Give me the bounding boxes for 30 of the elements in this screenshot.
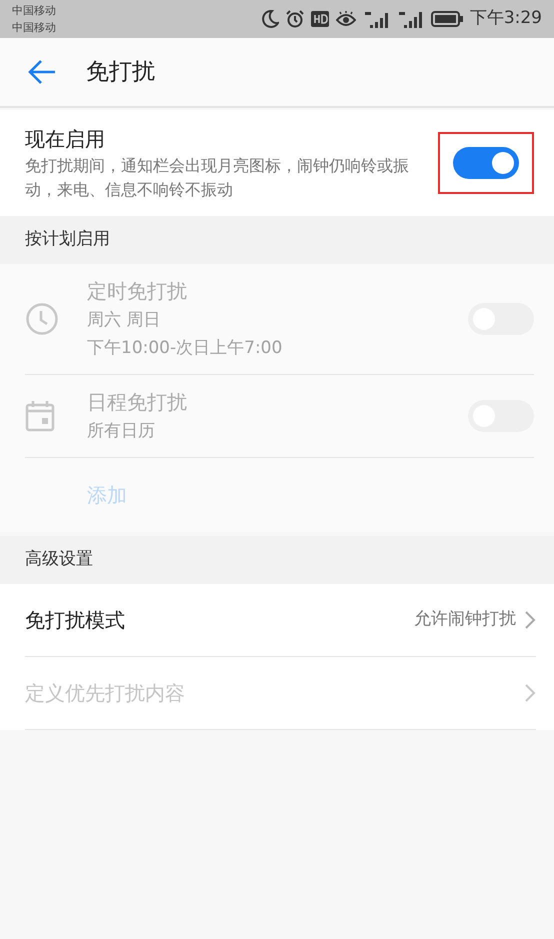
schedule-detail: 下午10:00-次日上午7:00 [87, 337, 284, 360]
row-title: 免打扰模式 [25, 607, 126, 634]
settings-row[interactable]: 免打扰模式 允许闹钟打扰 [25, 584, 536, 657]
chevron-right-icon [524, 683, 536, 703]
signal-icon [362, 10, 391, 28]
alarm-icon [286, 10, 304, 28]
clock-icon [25, 302, 59, 336]
schedule-detail: 周六 周日 [87, 309, 162, 332]
clock-time: 下午3:29 [470, 7, 542, 30]
schedule-title: 日程免打扰 [87, 389, 188, 416]
back-arrow-icon [27, 59, 57, 85]
schedule-title: 定时免打扰 [87, 278, 188, 305]
schedule-detail: 所有日历 [87, 420, 156, 443]
section-header: 按计划启用 [25, 228, 110, 252]
page-title: 免打扰 [86, 58, 155, 87]
chevron-right-icon [524, 610, 536, 630]
setting-description: 免打扰期间，通知栏会出现月亮图标，闹钟仍响铃或振动，来电、信息不响铃不振动 [25, 155, 410, 201]
setting-title: 现在启用 [25, 126, 106, 153]
row-title: 定义优先打扰内容 [25, 680, 186, 707]
section-header: 高级设置 [25, 548, 93, 572]
signal-icon [398, 10, 424, 28]
row-value: 允许闹钟打扰 [414, 608, 516, 632]
carrier-label: 中国移动 [12, 3, 56, 19]
carrier-label: 中国移动 [12, 20, 56, 36]
battery-icon [430, 11, 463, 27]
calendar-icon [25, 400, 55, 432]
eye-icon [336, 11, 356, 27]
hd-icon [310, 11, 329, 27]
moon-icon [262, 10, 279, 28]
toggle-switch[interactable] [453, 147, 519, 179]
